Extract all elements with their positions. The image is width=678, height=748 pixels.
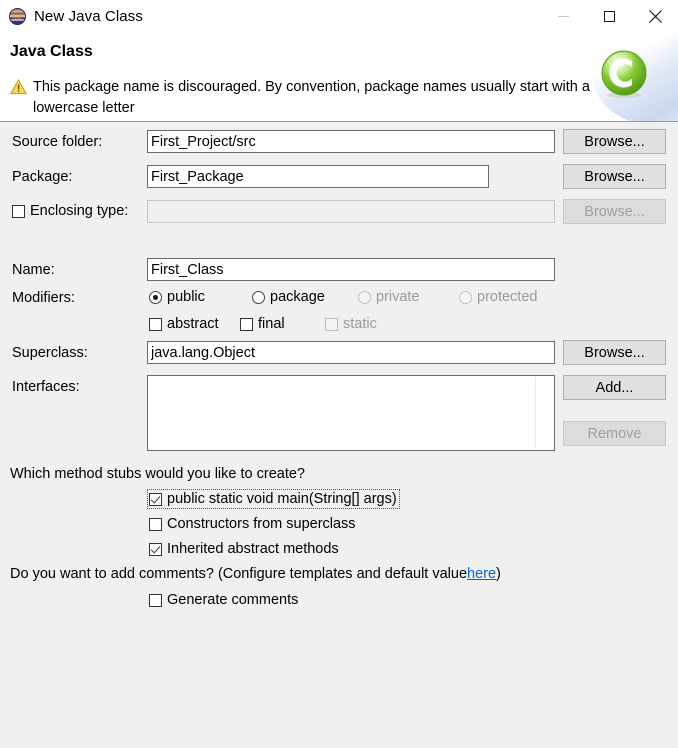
source-folder-browse-label: Browse... (584, 133, 645, 150)
new-java-class-dialog: New Java Class Java Class This package n… (0, 0, 678, 748)
generate-comments-option[interactable]: Generate comments (149, 592, 298, 608)
checkbox-abstract-label: abstract (167, 316, 219, 332)
package-label-wrap: Package: (12, 169, 72, 185)
checkbox-abstract-indicator[interactable] (149, 317, 162, 331)
source-folder-label: Source folder: (12, 134, 103, 150)
interfaces-list-divider (535, 377, 536, 449)
modifier-radio-package[interactable]: package (252, 289, 325, 305)
modifier-radio-protected: protected (459, 289, 537, 305)
checkbox-static-indicator (325, 317, 338, 331)
comments-question-wrap: Do you want to add comments? (Configure … (10, 566, 501, 582)
checkbox-final-label: final (258, 316, 285, 332)
radio-private-indicator (358, 290, 371, 304)
stub-option-main[interactable]: public static void main(String[] args) (147, 489, 400, 509)
enclosing-type-checkbox[interactable] (12, 204, 25, 218)
checkbox-generate-comments-label: Generate comments (167, 592, 299, 608)
enclosing-type-browse-label: Browse... (584, 203, 645, 220)
radio-protected-label: protected (477, 289, 538, 305)
checkbox-constructors-indicator[interactable] (149, 517, 162, 531)
interfaces-label: Interfaces: (12, 379, 80, 395)
radio-public-indicator[interactable] (149, 290, 162, 304)
superclass-label: Superclass: (12, 345, 88, 361)
radio-public-label: public (167, 289, 205, 305)
close-icon[interactable] (632, 0, 678, 33)
enclosing-type-browse-button: Browse... (563, 199, 666, 224)
source-folder-browse-button[interactable]: Browse... (563, 129, 666, 154)
interfaces-listbox[interactable] (147, 375, 555, 451)
checkbox-inherited-label: Inherited abstract methods (167, 541, 339, 557)
checkbox-static-label: static (343, 316, 377, 332)
package-browse-button[interactable]: Browse... (563, 164, 666, 189)
page-title: Java Class (10, 43, 93, 60)
validation-message-text: This package name is discouraged. By con… (33, 79, 590, 116)
comments-question-prefix: Do you want to add comments? (Configure … (10, 566, 468, 582)
modifier-checkbox-static: static (325, 316, 377, 332)
superclass-browse-label: Browse... (584, 344, 645, 361)
comments-question-suffix: ) (496, 566, 501, 582)
superclass-input[interactable] (147, 341, 555, 364)
checkbox-main-indicator[interactable] (149, 492, 162, 506)
source-folder-label-wrap: Source folder: (12, 134, 102, 150)
radio-package-label: package (270, 289, 325, 305)
enclosing-type-label: Enclosing type: (30, 203, 129, 219)
window-controls (540, 0, 678, 33)
package-browse-label: Browse... (584, 168, 645, 185)
name-label: Name: (12, 262, 55, 278)
dialog-header: Java Class This package name is discoura… (0, 33, 678, 121)
checkbox-constructors-label: Constructors from superclass (167, 516, 356, 532)
checkbox-generate-comments-indicator[interactable] (149, 593, 162, 607)
configure-templates-link[interactable]: here (467, 566, 496, 582)
source-folder-input[interactable] (147, 130, 555, 153)
warning-triangle-icon (9, 78, 28, 95)
eclipse-sphere-icon (9, 8, 26, 25)
name-label-wrap: Name: (12, 262, 55, 278)
stub-option-inherited[interactable]: Inherited abstract methods (149, 541, 339, 557)
superclass-label-wrap: Superclass: (12, 345, 88, 361)
package-input[interactable] (147, 165, 489, 188)
modifier-radio-private: private (358, 289, 420, 305)
modifier-radio-public[interactable]: public (149, 289, 205, 305)
dialog-body: Source folder: Browse... Package: Browse… (0, 122, 678, 748)
name-input[interactable] (147, 258, 555, 281)
radio-protected-indicator (459, 290, 472, 304)
checkbox-inherited-indicator[interactable] (149, 542, 162, 556)
enclosing-type-input (147, 200, 555, 223)
stub-option-constructors[interactable]: Constructors from superclass (149, 516, 356, 532)
package-label: Package: (12, 169, 73, 185)
interfaces-remove-label: Remove (587, 425, 642, 442)
interfaces-add-button[interactable]: Add... (563, 375, 666, 400)
maximize-icon[interactable] (586, 0, 632, 33)
title-bar: New Java Class (0, 0, 678, 33)
method-stubs-question-wrap: Which method stubs would you like to cre… (10, 466, 305, 482)
superclass-browse-button[interactable]: Browse... (563, 340, 666, 365)
modifiers-label-wrap: Modifiers: (12, 290, 75, 306)
modifiers-label: Modifiers: (12, 290, 75, 306)
modifier-checkbox-abstract[interactable]: abstract (149, 316, 219, 332)
interfaces-remove-button: Remove (563, 421, 666, 446)
interfaces-label-wrap: Interfaces: (12, 379, 80, 395)
checkbox-main-label: public static void main(String[] args) (167, 491, 397, 507)
radio-package-indicator[interactable] (252, 290, 265, 304)
modifier-checkbox-final[interactable]: final (240, 316, 285, 332)
minimize-icon[interactable] (540, 0, 586, 33)
banner-graphic (590, 33, 678, 121)
enclosing-type-checkbox-row[interactable]: Enclosing type: (12, 203, 128, 219)
green-c-sphere-icon (599, 49, 649, 99)
method-stubs-question: Which method stubs would you like to cre… (10, 466, 305, 482)
window-title: New Java Class (34, 8, 143, 25)
validation-message: This package name is discouraged. By con… (9, 77, 600, 119)
checkbox-final-indicator[interactable] (240, 317, 253, 331)
interfaces-add-label: Add... (595, 379, 634, 396)
radio-private-label: private (376, 289, 420, 305)
